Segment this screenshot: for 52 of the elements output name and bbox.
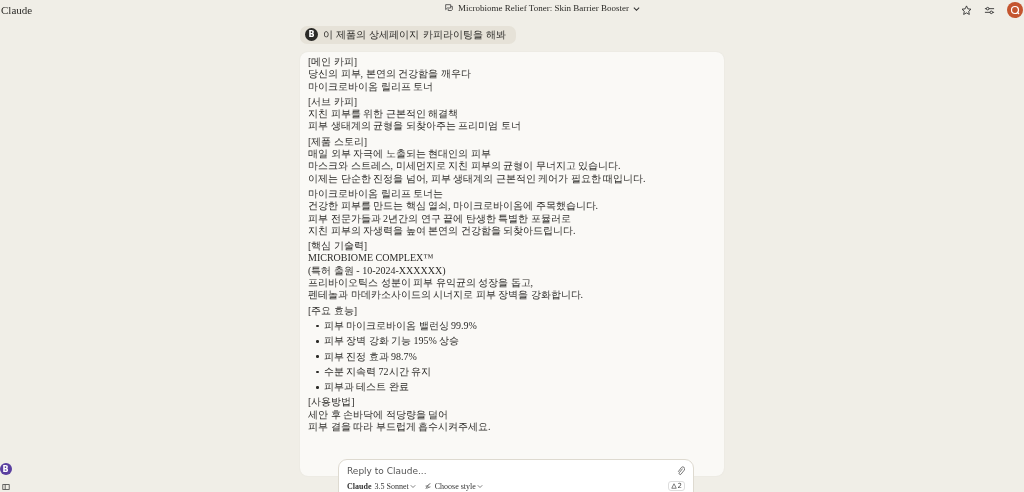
response-text-line: 펜테놀과 마데카소사이드의 시너지로 피부 장벽을 강화합니다.	[308, 289, 584, 302]
response-text-line: 세안 후 손바닥에 적당량을 덜어	[308, 408, 449, 421]
account-avatar-icon[interactable]	[1007, 2, 1023, 18]
list-item-text: 피부 진정 효과 98.7%	[323, 350, 417, 363]
response-text-line: 마스크와 스트레스, 미세먼지로 지친 피부의 균형이 무너지고 있습니다.	[308, 160, 622, 173]
user-message-text: 이 제품의 상세페이지 카피라이팅을 해봐	[323, 27, 506, 42]
response-text-line: 매일 외부 자극에 노출되는 현대인의 피부	[308, 148, 492, 161]
list-item-text: 수분 지속력 72시간 유지	[323, 365, 431, 379]
response-text-line: 프리바이오틱스 성분이 피부 유익균의 성장을 돕고,	[308, 277, 534, 290]
response-text-line: [서브 카피]	[308, 95, 359, 109]
response-text-line: (특허 출원 - 10-2024-XXXXXX)	[308, 264, 447, 278]
response-text-line: [핵심 기술력]	[308, 240, 369, 253]
response-text-line: [사용방법]	[308, 396, 356, 409]
list-item-text: 피부과 테스트 완료	[323, 381, 409, 394]
response-text-line: 피부 결을 따라 부드럽게 흡수시켜주세요.	[308, 421, 492, 434]
user-avatar[interactable]: B	[0, 463, 12, 475]
response-text-line: [제품 스토리]	[308, 135, 369, 149]
triangle-icon	[670, 483, 677, 489]
pen-icon	[423, 482, 432, 490]
bullet-icon	[316, 355, 319, 358]
model-selector[interactable]: Claude 3.5 Sonnet	[347, 481, 416, 491]
caret-icon	[476, 483, 483, 489]
app-logo-text[interactable]: Claude	[1, 4, 33, 16]
bullet-icon	[316, 370, 319, 374]
response-text-line: [주요 효능]	[308, 304, 359, 317]
bullet-icon	[316, 340, 319, 343]
reply-input-field[interactable]: Reply to Claude...	[347, 466, 677, 476]
response-text-line: 지친 피부의 자생력을 높여 본연의 건강함을 되찾아드립니다.	[308, 224, 577, 238]
caret-icon	[632, 4, 640, 12]
chat-title-button[interactable]: Microbiome Relief Toner: Skin Barrier Booster	[444, 3, 640, 13]
response-text-line: 피부 전문가들과 2년간의 연구 끝에 탄생한 특별한 포뮬러로	[308, 212, 572, 225]
response-text-line: MICROBIOME COMPLEX™	[308, 252, 435, 265]
response-text-line: 이제는 단순한 진정을 넘어, 피부 생태계의 근본적인 케어가 필요한 때입니다.	[308, 172, 647, 185]
style-selector[interactable]: Choose style	[423, 481, 483, 491]
list-item-text: 피부 장벽 강화 기능 195% 상승	[323, 335, 460, 348]
caret-icon	[409, 483, 416, 489]
response-text-line: 마이크로바이옴 릴리프 토너	[308, 80, 434, 93]
sliders-icon[interactable]	[984, 4, 995, 16]
user-avatar: B	[305, 28, 318, 41]
response-text-line: 마이크로바이옴 릴리프 토너는	[308, 187, 444, 201]
response-text-line: 피부 생태계의 균형을 되찾아주는 프리미엄 토너	[308, 120, 522, 133]
chat-bubble-icon	[444, 3, 454, 13]
paperclip-icon[interactable]	[677, 466, 685, 476]
response-text-line: [메인 카피]	[308, 56, 359, 69]
response-text-line: 건강한 피부를 만드는 핵심 열쇠, 마이크로바이옴에 주목했습니다.	[308, 200, 599, 213]
bullet-icon	[316, 386, 319, 389]
bullet-icon	[316, 324, 319, 328]
sidebar-toggle-icon[interactable]	[1, 483, 10, 491]
response-text-line: 지친 피부를 위한 근본적인 해결책	[308, 108, 459, 121]
star-icon[interactable]	[961, 4, 972, 16]
response-text-line: 당신의 피부, 본연의 건강함을 깨우다	[308, 68, 472, 81]
list-item-text: 피부 마이크로바이옴 밸런싱 99.9%	[323, 319, 477, 333]
